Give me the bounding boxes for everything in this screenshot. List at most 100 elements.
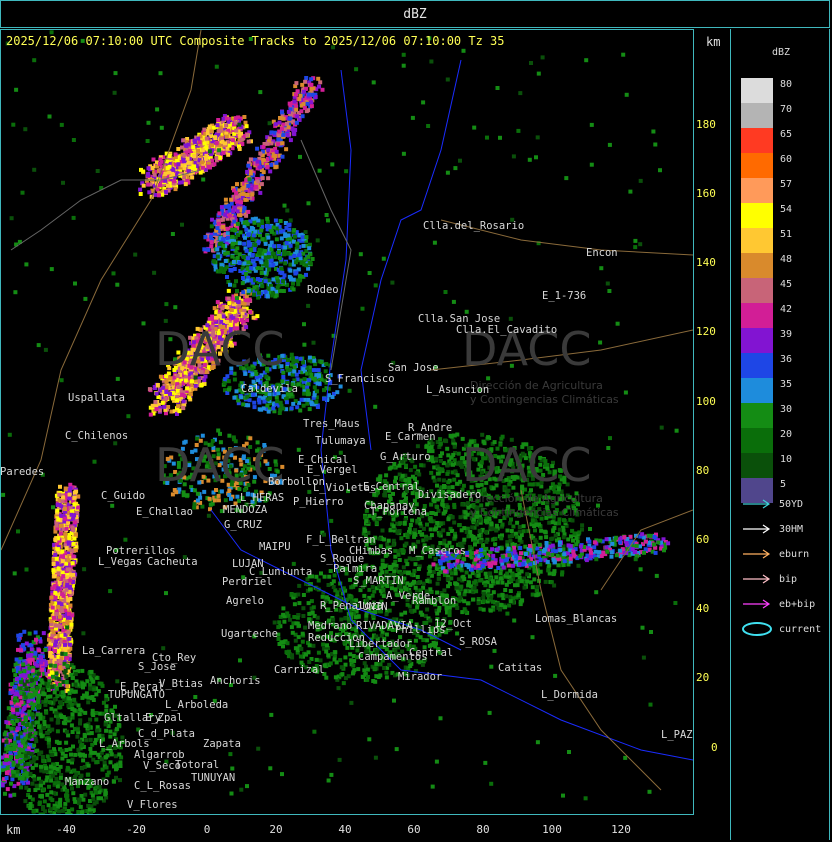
- place-label: Uspallata: [68, 392, 125, 404]
- legend-swatch: [741, 278, 773, 303]
- place-label: Medrano: [308, 620, 353, 632]
- y-tick: 180: [696, 118, 716, 131]
- watermark-logo-3: DACC: [155, 438, 285, 492]
- x-tick: 120: [611, 823, 631, 836]
- legend-swatch: [741, 378, 773, 403]
- place-label: JUNIN: [356, 601, 388, 613]
- legend-swatch: [741, 428, 773, 453]
- place-label: Encon: [586, 247, 618, 259]
- legend-swatch: [741, 253, 773, 278]
- y-tick: 160: [696, 187, 716, 200]
- place-label: Cacheuta: [147, 556, 198, 568]
- place-label: E_Vergel: [307, 464, 358, 476]
- y-axis-unit: km: [706, 35, 721, 49]
- track-legend-label: eb+bip: [779, 599, 816, 610]
- track-legend-item: 50YD: [741, 497, 803, 511]
- x-tick: 20: [269, 823, 283, 836]
- place-label: Central: [409, 647, 454, 659]
- y-tick: 20: [696, 671, 710, 684]
- place-label: Manzano: [65, 776, 110, 788]
- legend-label: 51: [780, 229, 793, 240]
- place-label: MENDOZA: [223, 504, 268, 516]
- legend-swatch: [741, 353, 773, 378]
- legend-swatch: [741, 403, 773, 428]
- place-label: C_L_Rosas: [134, 780, 191, 792]
- place-label: L_Arboleda: [165, 699, 229, 711]
- place-label: San Jose: [388, 362, 439, 374]
- place-label: C_Guido: [101, 490, 146, 502]
- track-legend-label: 50YD: [779, 499, 804, 510]
- legend-label: 45: [780, 279, 793, 290]
- place-label: Caldevila: [241, 383, 298, 395]
- legend-label: 80: [780, 79, 793, 90]
- track-legend-label: eburn: [779, 549, 810, 560]
- legend-swatch: [741, 203, 773, 228]
- place-label: Catitas: [498, 662, 543, 674]
- place-label: P_Hierro: [293, 496, 344, 508]
- place-label: L_HERAS: [240, 492, 285, 504]
- place-label: Lomas_Blancas: [535, 613, 618, 625]
- place-label: G_Arturo: [380, 451, 431, 463]
- place-label: MAIPU: [259, 541, 291, 553]
- track-legend-item: eburn: [741, 547, 809, 561]
- place-label: 12_Oct: [434, 618, 472, 630]
- track-legend-label: bip: [779, 574, 798, 585]
- place-label: Divisadero: [418, 489, 482, 501]
- legend-label: 20: [780, 429, 793, 440]
- place-label: Ramblon: [412, 595, 457, 607]
- arrow-icon: [743, 574, 771, 584]
- place-label: L_Vegas: [98, 556, 143, 568]
- place-label: Rodeo: [307, 284, 339, 296]
- watermark-subtitle-1: Dirección de Agricultura: [470, 379, 603, 392]
- legend-label: 42: [780, 304, 793, 315]
- place-label: M_Caseros: [409, 545, 466, 557]
- legend-label: 48: [780, 254, 793, 265]
- place-label: E_Challao: [136, 506, 193, 518]
- place-label: Agrelo: [226, 595, 264, 607]
- place-label: Carrizal: [274, 664, 325, 676]
- place-label: V_Flores: [127, 799, 178, 811]
- legend-label: 60: [780, 154, 793, 165]
- place-label: R_Andre: [408, 422, 453, 434]
- place-label: Tulumaya: [315, 435, 366, 447]
- watermark-subtitle-2: y Contingencias Climáticas: [470, 393, 619, 406]
- legend-swatch: [741, 103, 773, 128]
- place-label: E_1-736: [542, 290, 587, 302]
- place-label: E_Central: [363, 481, 420, 493]
- place-label: TUNUYAN: [191, 772, 236, 784]
- arrow-icon: [743, 549, 771, 559]
- legend-title: dBZ: [772, 47, 791, 58]
- place-label: Chapanay: [364, 500, 415, 512]
- x-tick: 40: [338, 823, 352, 836]
- legend-swatch: [741, 178, 773, 203]
- track-legend-item: current: [741, 622, 821, 636]
- x-axis-unit: km: [6, 823, 21, 837]
- watermark-logo-1: DACC: [155, 322, 285, 376]
- place-label: S_MARTIN: [353, 575, 404, 587]
- place-label: Clla.del_Rosario: [423, 220, 525, 232]
- legend-swatch: [741, 153, 773, 178]
- legend-label: 5: [780, 479, 787, 490]
- x-tick: -20: [126, 823, 146, 836]
- x-tick: 0: [203, 823, 211, 836]
- legend-label: 57: [780, 179, 793, 190]
- place-label: C_Chilenos: [65, 430, 129, 442]
- legend-label: 39: [780, 329, 793, 340]
- place-label: La_Carrera: [82, 645, 146, 657]
- y-tick: 140: [696, 256, 716, 269]
- y-tick: 0: [711, 741, 718, 754]
- track-legend-item: 30HM: [741, 522, 803, 536]
- place-label: Mirador: [398, 671, 443, 683]
- place-label: G_CRUZ: [224, 519, 262, 531]
- legend-label: 36: [780, 354, 793, 365]
- x-tick: 60: [407, 823, 421, 836]
- track-legend-label: 30HM: [779, 524, 804, 535]
- place-label: Palmira: [333, 563, 378, 575]
- place-label: V_Btias: [159, 678, 204, 690]
- y-tick: 100: [696, 395, 716, 408]
- radar-display: dBZ DACC DACC DACC DACC Dirección de Agr…: [0, 0, 832, 842]
- watermark-subtitle-3: Dirección de Agricultura: [470, 492, 603, 505]
- legend-label: 35: [780, 379, 793, 390]
- x-tick: -40: [56, 823, 76, 836]
- title-bar: dBZ: [0, 0, 830, 28]
